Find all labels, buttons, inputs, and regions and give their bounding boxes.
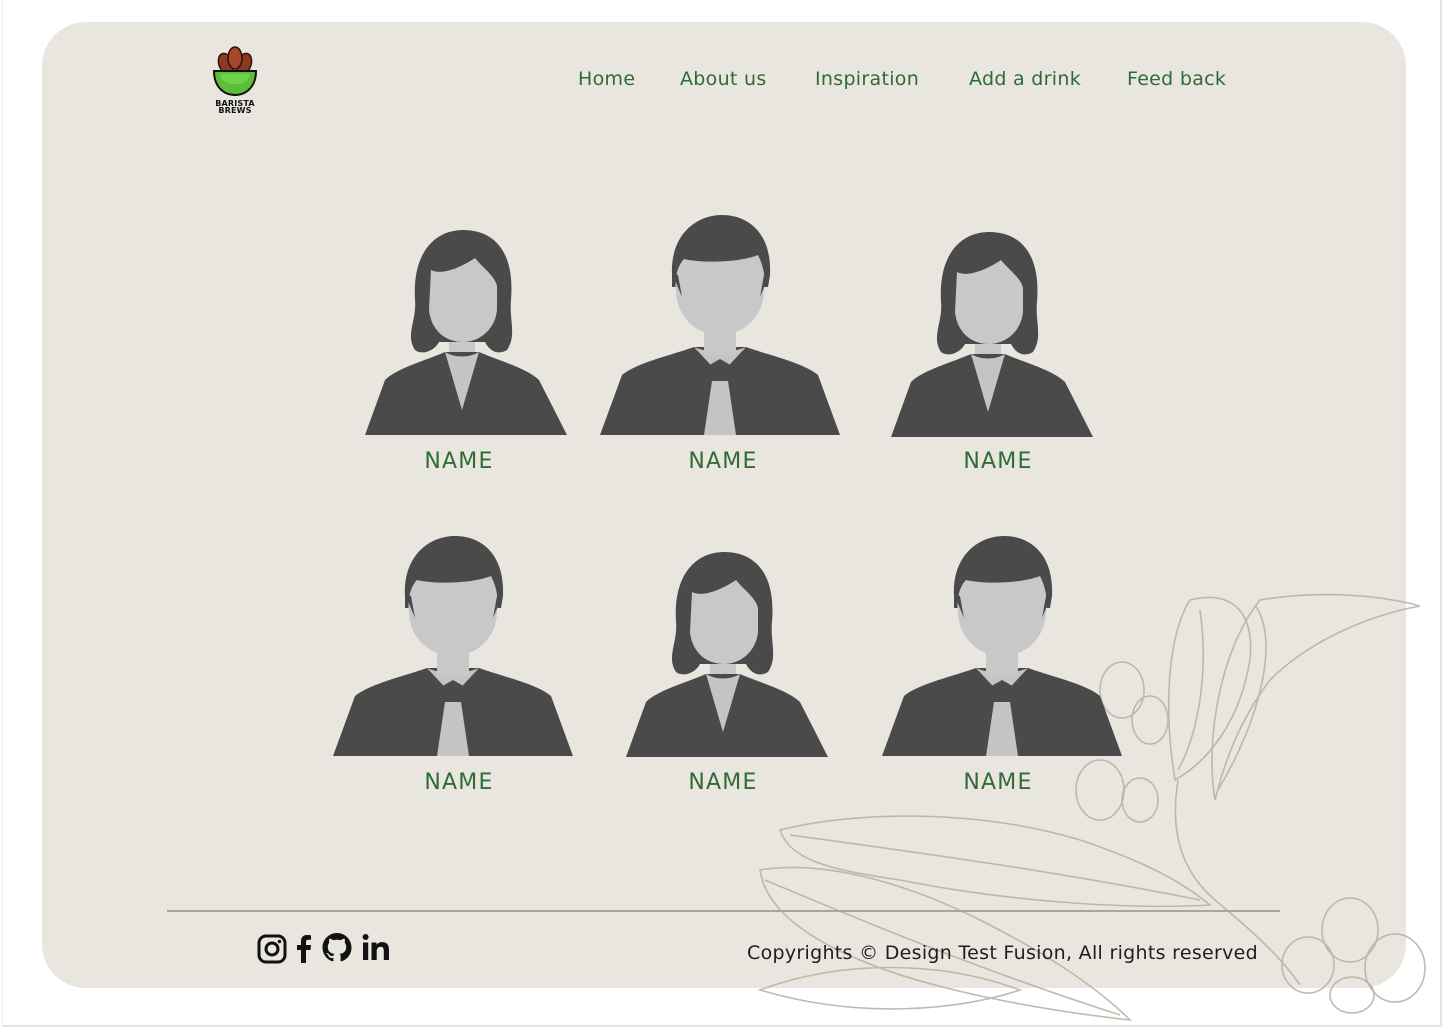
- facebook-icon: [297, 935, 311, 963]
- team-member-avatar: [883, 232, 1095, 438]
- nav-link-feed-back[interactable]: Feed back: [1127, 68, 1226, 90]
- instagram-icon: [257, 934, 287, 964]
- logo-text-line2: BREWS: [218, 106, 252, 115]
- team-member-name: NAME: [424, 770, 494, 795]
- nav-link-inspiration[interactable]: Inspiration: [815, 68, 919, 90]
- team-member-name: NAME: [688, 449, 758, 474]
- instagram-link[interactable]: [256, 930, 288, 966]
- team-member-avatar: [618, 552, 830, 758]
- barista-brews-logo[interactable]: BARISTA BREWS: [208, 44, 262, 118]
- female-avatar-icon: [626, 552, 828, 757]
- team-member-avatar: [600, 215, 840, 435]
- github-icon: [322, 933, 352, 962]
- male-avatar-icon: [600, 215, 840, 435]
- team-member-name: NAME: [688, 770, 758, 795]
- male-avatar-icon: [333, 536, 573, 756]
- copyright-text: Copyrights © Design Test Fusion, All rig…: [747, 942, 1259, 964]
- team-member-avatar: [333, 536, 573, 756]
- footer-divider: [167, 910, 1280, 912]
- facebook-link[interactable]: [288, 930, 320, 966]
- linkedin-icon: [362, 934, 389, 960]
- page-card: [42, 22, 1406, 988]
- team-member-avatar: [882, 536, 1122, 756]
- male-avatar-icon: [882, 536, 1122, 756]
- nav-link-add-a-drink[interactable]: Add a drink: [969, 68, 1081, 90]
- female-avatar-icon: [891, 232, 1093, 437]
- team-member-name: NAME: [424, 449, 494, 474]
- nav-link-home[interactable]: Home: [578, 68, 635, 90]
- coffee-bowl-icon: [212, 46, 258, 97]
- github-link[interactable]: [320, 930, 352, 966]
- linkedin-link[interactable]: [360, 930, 392, 966]
- team-member-name: NAME: [963, 449, 1033, 474]
- nav-link-about-us[interactable]: About us: [680, 68, 767, 90]
- team-member-avatar: [357, 230, 569, 436]
- team-member-name: NAME: [963, 770, 1033, 795]
- female-avatar-icon: [365, 230, 567, 435]
